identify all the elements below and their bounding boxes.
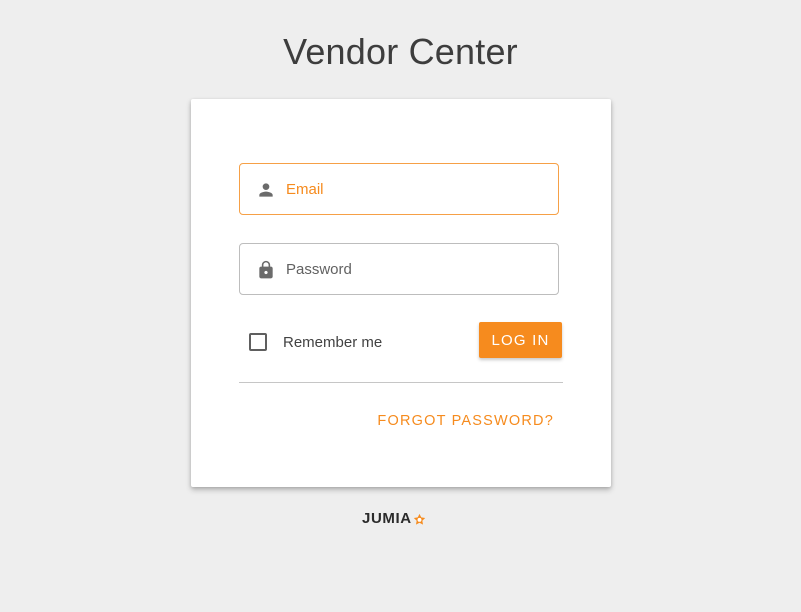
password-input[interactable] bbox=[286, 244, 546, 294]
logo-text: JUMIA bbox=[362, 510, 412, 527]
star-icon bbox=[413, 513, 425, 525]
remember-me-checkbox[interactable] bbox=[249, 333, 267, 351]
forgot-password-link[interactable]: FORGOT PASSWORD? bbox=[377, 412, 554, 430]
email-input[interactable] bbox=[286, 164, 546, 214]
login-button[interactable]: LOG IN bbox=[479, 322, 562, 358]
remember-me-label: Remember me bbox=[283, 333, 383, 351]
login-card: Remember me LOG IN FORGOT PASSWORD? bbox=[191, 99, 611, 487]
password-field-container[interactable] bbox=[239, 243, 559, 295]
person-icon bbox=[259, 183, 273, 197]
lock-icon bbox=[259, 260, 273, 279]
divider bbox=[239, 382, 563, 383]
page-title: Vendor Center bbox=[283, 31, 518, 72]
remember-me-control[interactable]: Remember me bbox=[249, 333, 382, 351]
email-field-container[interactable] bbox=[239, 163, 559, 215]
jumia-logo: JUMIA bbox=[362, 510, 426, 528]
